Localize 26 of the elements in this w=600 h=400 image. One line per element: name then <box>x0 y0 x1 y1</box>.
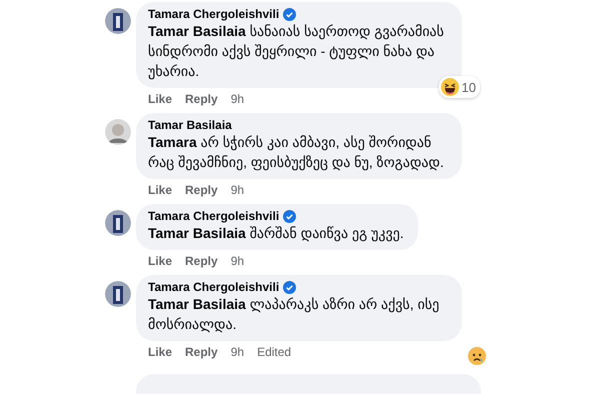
reply-link[interactable]: Reply <box>185 345 218 359</box>
comment-text: Tamara არ სჭირს კაი ამბავი, ასე შორიდან რაც შევამჩნიე, ფეისბუქზეც და ნუ, ზოგადად. <box>148 133 445 172</box>
like-link[interactable]: Like <box>148 183 172 197</box>
author-name[interactable]: Tamara Chergoleishvili <box>148 209 280 223</box>
sad-emoji-icon <box>468 347 486 365</box>
avatar[interactable] <box>105 8 131 34</box>
comment-text: Tamar Basilaia შარშან დაიწვა ეგ უკვე. <box>148 224 404 243</box>
laughing-emoji-icon <box>440 78 459 96</box>
timestamp[interactable]: 9h <box>230 92 244 106</box>
avatar[interactable] <box>105 281 131 307</box>
timestamp[interactable]: 9h <box>230 254 244 268</box>
author-name[interactable]: Tamara Chergoleishvili <box>148 280 280 294</box>
reply-link[interactable]: Reply <box>185 254 218 268</box>
avatar[interactable] <box>105 210 131 236</box>
edited-label: Edited <box>257 345 292 359</box>
timestamp[interactable]: 9h <box>230 345 244 359</box>
like-link[interactable]: Like <box>148 92 172 106</box>
reply-link[interactable]: Reply <box>185 92 218 106</box>
reaction-badge[interactable]: 10 <box>438 76 480 98</box>
timestamp[interactable]: 9h <box>230 183 244 197</box>
like-link[interactable]: Like <box>148 345 172 359</box>
author-name[interactable]: Tamar Basilaia <box>148 118 232 132</box>
reply-link[interactable]: Reply <box>185 183 218 197</box>
like-link[interactable]: Like <box>148 254 172 268</box>
author-name[interactable]: Tamara Chergoleishvili <box>148 7 280 21</box>
comment-text: Tamar Basilaia ლაპარაკს აზრი არ აქვს, ისე მოსრიალდა. <box>148 295 440 334</box>
